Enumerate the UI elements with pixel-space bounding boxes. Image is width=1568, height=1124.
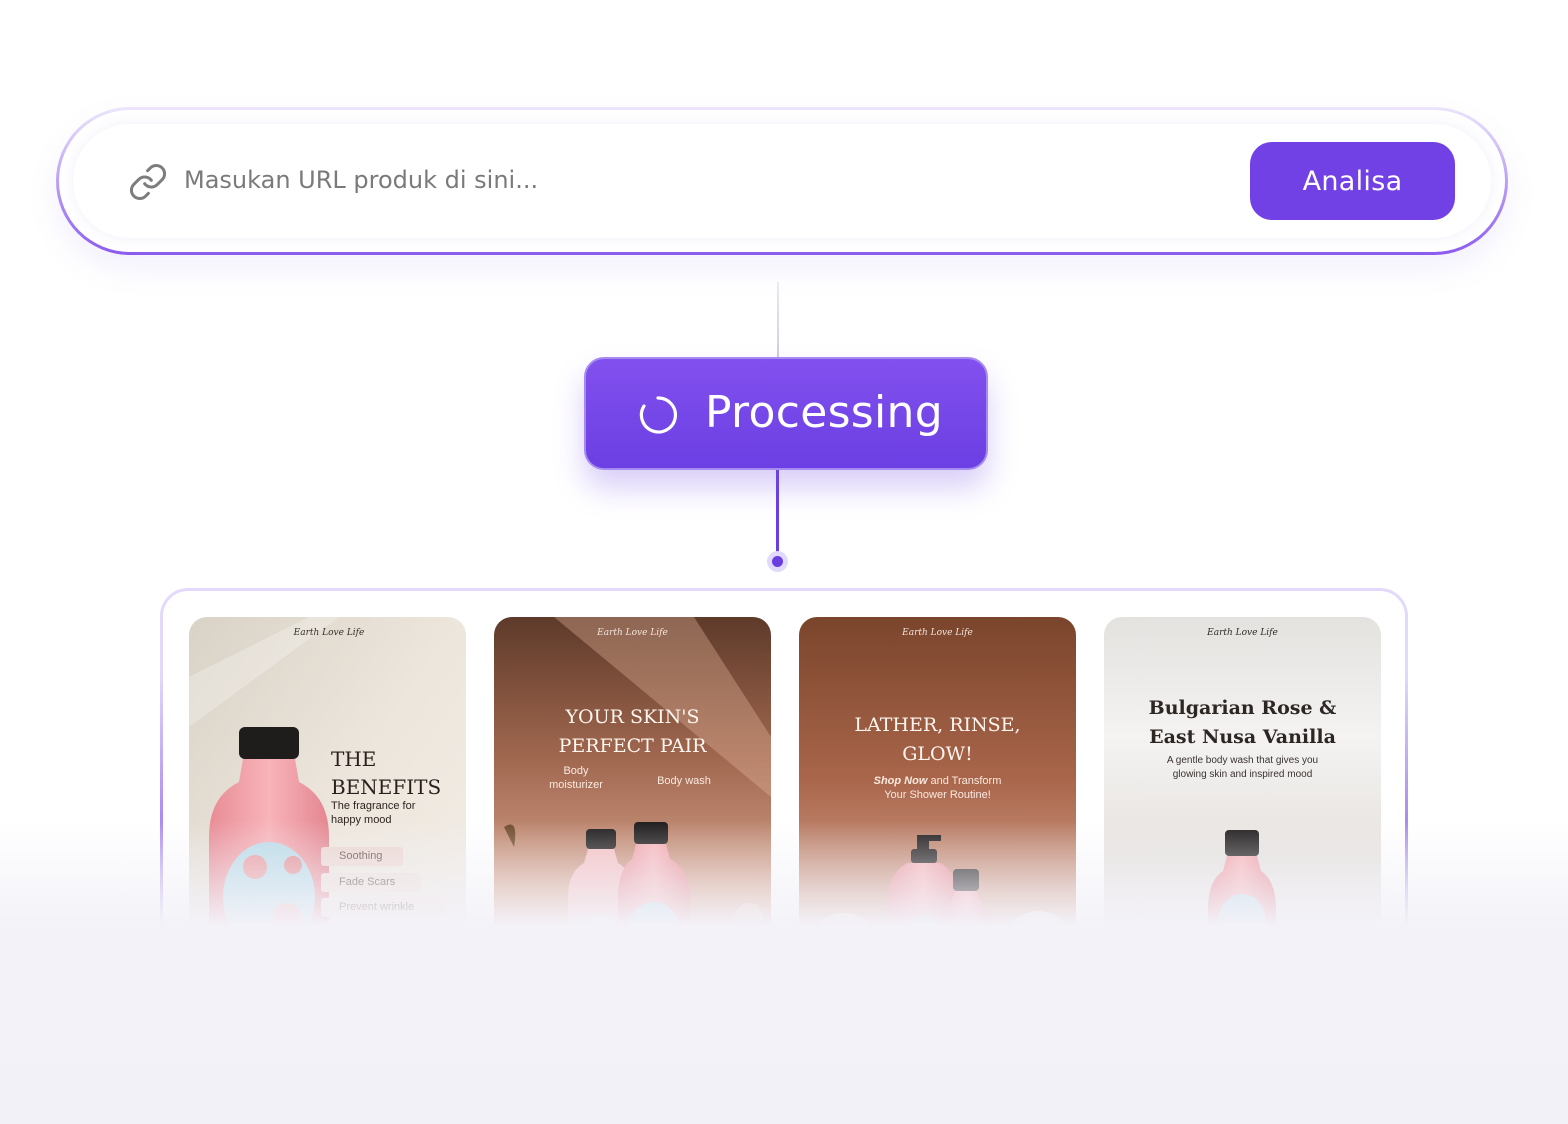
- brand-logo: Earth Love Life: [597, 628, 668, 638]
- connector-line-bottom: [776, 468, 779, 560]
- card-title-line: BENEFITS: [331, 775, 442, 799]
- benefit-pill: Soothing: [321, 847, 403, 866]
- cta-bold: Shop Now: [873, 775, 928, 787]
- card-title: Bulgarian Rose & East Nusa Vanilla: [1104, 694, 1381, 752]
- card-title-line: GLOW!: [902, 743, 973, 765]
- benefit-pill: Boosts cell turnover: [321, 923, 451, 942]
- connector-dot: [772, 556, 783, 567]
- card-background: [799, 617, 1076, 1017]
- card-title-line: East Nusa Vanilla: [1149, 726, 1336, 748]
- brand-logo: Earth Love Life: [293, 628, 365, 638]
- cta-line2: Your Shower Routine!: [884, 789, 991, 801]
- card-title: THE BENEFITS: [331, 745, 441, 801]
- card-background: [494, 617, 771, 1017]
- generated-image-card[interactable]: Earth Love Life YOUR SKIN'S PERFECT PAIR…: [494, 617, 771, 1017]
- card-title: YOUR SKIN'S PERFECT PAIR: [494, 703, 771, 761]
- card-subtitle: The fragrance for happy mood: [331, 800, 416, 826]
- link-icon: [129, 163, 167, 201]
- generated-image-card[interactable]: Earth Love Life THE BENEFITS The fragran…: [189, 617, 466, 1017]
- card-background: [1104, 617, 1381, 1017]
- analisa-button[interactable]: Analisa: [1250, 142, 1455, 220]
- label-body-moisturizer: Body moisturizer: [549, 765, 603, 791]
- processing-badge: Processing: [584, 357, 988, 470]
- brand-logo: Earth Love Life: [902, 628, 973, 638]
- card-title-line: LATHER, RINSE,: [854, 714, 1021, 736]
- generated-image-card[interactable]: Earth Love Life Bulgarian Rose & East Nu…: [1104, 617, 1381, 1017]
- card-cta: Shop Now and Transform Your Shower Routi…: [799, 774, 1076, 802]
- processing-label: Processing: [705, 387, 943, 438]
- brand-logo: Earth Love Life: [1207, 628, 1278, 638]
- card-title-line: THE: [331, 747, 377, 771]
- benefit-pill: Prevent wrinkle: [321, 898, 445, 917]
- card-title-line: YOUR SKIN'S: [565, 706, 700, 728]
- label-body-wash: Body wash: [657, 775, 711, 787]
- card-title-line: Bulgarian Rose &: [1148, 697, 1337, 719]
- card-title: LATHER, RINSE, GLOW!: [799, 711, 1076, 769]
- url-input[interactable]: [184, 158, 1224, 202]
- cta-rest: and Transform: [930, 775, 1002, 787]
- benefit-pill: Fade Scars: [321, 873, 421, 892]
- spinner-icon: [639, 396, 678, 434]
- card-description: A gentle body wash that gives you glowin…: [1166, 755, 1319, 780]
- card-title-line: PERFECT PAIR: [558, 735, 707, 757]
- connector-line-top: [777, 282, 779, 360]
- generated-image-card[interactable]: Earth Love Life LATHER, RINSE, GLOW! Sho…: [799, 617, 1076, 1017]
